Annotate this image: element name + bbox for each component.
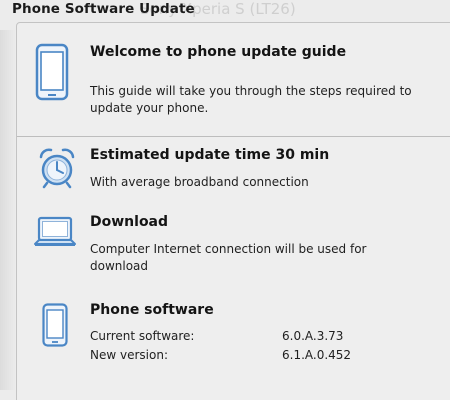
- welcome-heading: Welcome to phone update guide: [90, 44, 347, 60]
- phone-icon: [42, 303, 68, 351]
- phone-software-update-window: Sony Xperia S (LT26) Phone Software Upda…: [0, 0, 450, 400]
- background-sidebar: [0, 30, 16, 390]
- welcome-text: This guide will take you through the ste…: [90, 84, 412, 115]
- estimate-heading: Estimated update time 30 min: [90, 147, 330, 163]
- estimate-text: With average broadband connection: [90, 175, 309, 189]
- download-heading: Download: [90, 214, 169, 230]
- laptop-icon: [33, 216, 77, 254]
- new-version-label: New version:: [90, 348, 168, 362]
- phone-icon: [35, 43, 69, 105]
- current-software-label: Current software:: [90, 329, 195, 343]
- new-version-value: 6.1.A.0.452: [282, 348, 352, 362]
- current-software-value: 6.0.A.3.73: [282, 329, 344, 343]
- alarm-clock-icon: [37, 147, 77, 193]
- section-divider: [17, 136, 450, 137]
- window-title: Phone Software Update: [12, 1, 195, 17]
- update-guide-panel: Welcome to phone update guide This guide…: [16, 22, 450, 400]
- download-text: Computer Internet connection will be use…: [90, 242, 367, 273]
- phone-software-heading: Phone software: [90, 302, 214, 318]
